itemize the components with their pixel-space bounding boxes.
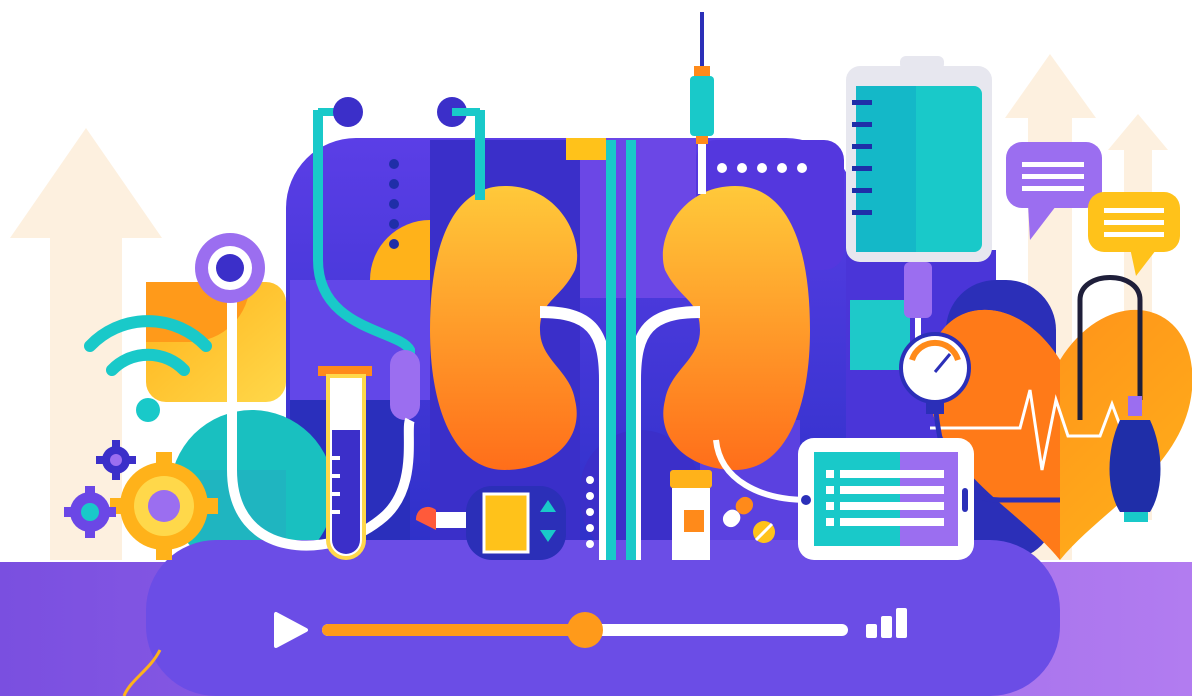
progress-handle[interactable] [567,612,603,648]
medical-illustration [0,0,1192,696]
test-tube-icon [318,366,372,560]
progress-fill [322,624,585,636]
illustration-canvas [0,12,1192,696]
pill-bottle-icon [670,470,712,560]
chat-bubble-icon [1088,192,1180,276]
volume-bar [866,624,877,638]
volume-bar [896,608,907,638]
volume-bar [881,616,892,638]
